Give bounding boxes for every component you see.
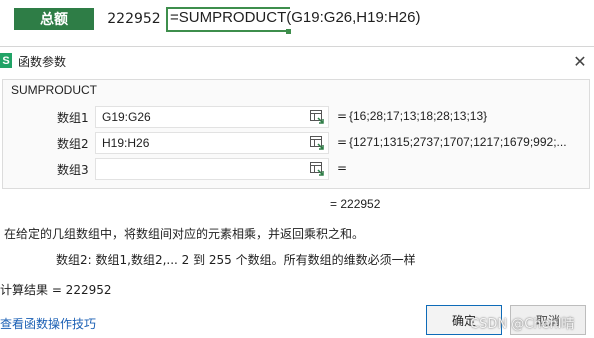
help-link[interactable]: 查看函数操作技巧 — [0, 315, 96, 332]
argument-label: 数组1 — [57, 111, 89, 125]
range-select-icon[interactable] — [309, 135, 325, 151]
function-arguments-dialog: S 函数参数 ✕ SUMPRODUCT 数组1 G19:G26 = {16;28… — [0, 46, 594, 338]
argument-result: {1271;1315;2737;1707;1217;1679;992;... — [349, 135, 567, 149]
equals-sign: = — [337, 161, 348, 175]
equals-sign: = — [337, 109, 348, 123]
spreadsheet-app-icon: S — [0, 53, 12, 68]
range-select-icon[interactable] — [309, 161, 325, 177]
argument-row: 数组3 = — [3, 158, 591, 180]
watermark: CSDN @Chenl晴 — [470, 317, 575, 332]
argument-label: 数组2 — [57, 137, 89, 151]
argument-row: 数组2 H19:H26 = {1271;1315;2737;1707;1217;… — [3, 132, 591, 154]
spreadsheet-row: 总额 222952 =SUMPRODUCT(G19:G26,H19:H26) — [0, 0, 594, 44]
dialog-titlebar[interactable]: S 函数参数 ✕ — [0, 47, 594, 75]
argument-result: {16;28;17;13;18;28;13;13} — [349, 109, 488, 123]
equals-sign: = — [337, 135, 348, 149]
dialog-title: 函数参数 — [18, 55, 67, 69]
parameter-description: 数组2: 数组1,数组2,... 2 到 255 个数组。所有数组的维数必须一样 — [56, 253, 416, 267]
function-name: SUMPRODUCT — [11, 83, 97, 97]
formula-text: =SUMPRODUCT(G19:G26,H19:H26) — [170, 9, 421, 26]
arguments-group: SUMPRODUCT 数组1 G19:G26 = {16;28;17;13;18… — [2, 79, 590, 189]
range-select-icon[interactable] — [309, 109, 325, 125]
array1-input[interactable]: G19:G26 — [95, 106, 329, 128]
argument-row: 数组1 G19:G26 = {16;28;17;13;18;28;13;13} — [3, 106, 591, 128]
total-label-cell[interactable]: 总额 — [14, 8, 94, 30]
close-icon[interactable]: ✕ — [570, 51, 590, 71]
argument-label: 数组3 — [57, 163, 89, 177]
function-description: 在给定的几组数组中，将数组间对应的元素相乘，并返回乘积之和。 — [4, 227, 365, 241]
overall-result: = 222952 — [330, 197, 381, 211]
array2-input[interactable]: H19:H26 — [95, 132, 329, 154]
array3-input[interactable] — [95, 158, 329, 180]
total-value-cell[interactable]: 222952 — [106, 8, 162, 30]
calculation-result: 计算结果 = 222952 — [0, 283, 112, 297]
fill-handle[interactable] — [286, 29, 291, 34]
